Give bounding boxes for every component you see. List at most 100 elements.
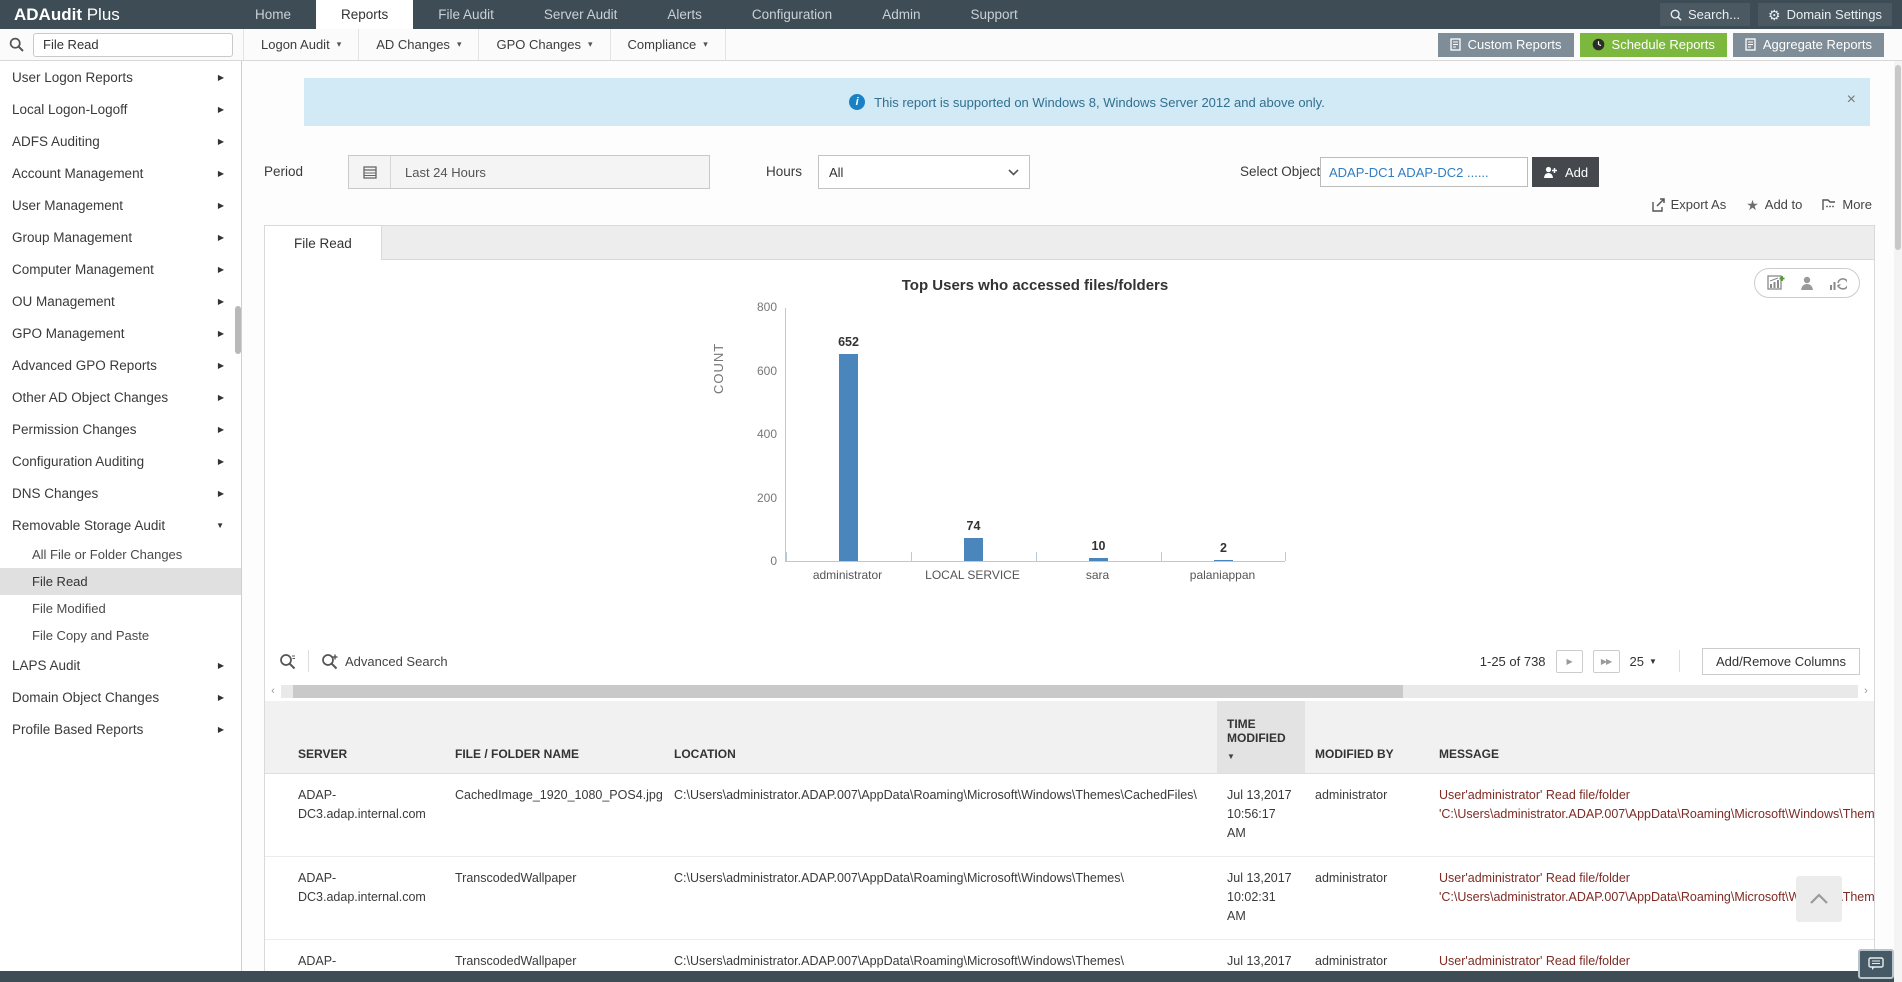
sidebar-item-laps-audit[interactable]: LAPS Audit ▶	[0, 649, 241, 681]
bar-slot-sara: 10	[1036, 308, 1161, 561]
menu-compliance[interactable]: Compliance ▾	[609, 29, 726, 60]
column-header-location[interactable]: LOCATION	[664, 701, 1217, 774]
bar-administrator[interactable]	[839, 354, 858, 561]
nav-item-alerts[interactable]: Alerts	[642, 0, 727, 29]
add-remove-columns-button[interactable]: Add/Remove Columns	[1701, 647, 1860, 675]
more-button[interactable]: More	[1822, 197, 1872, 212]
vertical-scrollbar-thumb[interactable]	[1895, 65, 1901, 250]
nav-item-server-audit[interactable]: Server Audit	[519, 0, 643, 29]
scroll-to-top-button[interactable]	[1796, 876, 1842, 922]
next-page-button[interactable]: ▶	[1555, 649, 1583, 673]
custom-reports-button[interactable]: Custom Reports	[1437, 32, 1574, 57]
sidebar-item-gpo-management[interactable]: GPO Management ▶	[0, 317, 241, 349]
sidebar-item-adfs-auditing[interactable]: ADFS Auditing ▶	[0, 125, 241, 157]
advanced-search-icon[interactable]	[321, 653, 338, 670]
sidebar-item-advanced-gpo-reports[interactable]: Advanced GPO Reports ▶	[0, 349, 241, 381]
chevron-down-icon: ▼	[216, 520, 224, 530]
last-page-button[interactable]: ▶▶	[1592, 649, 1620, 673]
chart-tools	[1754, 268, 1860, 298]
sidebar-subitem-file-modified[interactable]: File Modified	[0, 595, 241, 622]
nav-item-home[interactable]: Home	[230, 0, 316, 29]
info-banner-text: This report is supported on Windows 8, W…	[874, 94, 1325, 110]
scrollbar-thumb[interactable]	[293, 685, 1403, 698]
chevron-right-icon: ▶	[217, 328, 224, 338]
user-chart-icon[interactable]	[1799, 275, 1815, 291]
bar-value-label: 652	[838, 335, 859, 349]
top-navigation-bar: ADAudit Plus Home Reports File Audit Server…	[0, 0, 1902, 29]
scroll-left-arrow[interactable]: ‹	[265, 684, 281, 699]
sidebar-item-configuration-auditing[interactable]: Configuration Auditing ▶	[0, 445, 241, 477]
sidebar-item-ou-management[interactable]: OU Management ▶	[0, 285, 241, 317]
sort-desc-icon[interactable]: ▼	[1227, 752, 1295, 761]
sidebar-item-user-logon-reports[interactable]: User Logon Reports ▶	[0, 61, 241, 93]
nav-item-support[interactable]: Support	[945, 0, 1042, 29]
sidebar-item-profile-based-reports[interactable]: Profile Based Reports ▶	[0, 713, 241, 745]
menu-gpo-changes[interactable]: GPO Changes ▾	[478, 29, 609, 60]
chevron-right-icon: ▶	[217, 200, 224, 210]
domain-settings-button[interactable]: ⚙ Domain Settings	[1758, 3, 1892, 26]
sidebar-item-permission-changes[interactable]: Permission Changes ▶	[0, 413, 241, 445]
period-picker[interactable]: Last 24 Hours	[348, 155, 710, 189]
sidebar-item-other-ad-object-changes[interactable]: Other AD Object Changes ▶	[0, 381, 241, 413]
sidebar-item-local-logon-logoff[interactable]: Local Logon-Logoff ▶	[0, 93, 241, 125]
column-header-file-folder-name[interactable]: FILE / FOLDER NAME	[445, 701, 664, 774]
sidebar-item-label: Computer Management	[12, 261, 154, 277]
sidebar-scrollbar-thumb[interactable]	[235, 306, 241, 354]
schedule-reports-button[interactable]: Schedule Reports	[1579, 32, 1727, 57]
global-search-label: Search...	[1688, 7, 1741, 22]
sidebar-subitem-file-copy-and-paste[interactable]: File Copy and Paste	[0, 622, 241, 649]
page-size-select[interactable]: 25 ▼	[1630, 654, 1657, 669]
report-table: SERVER FILE / FOLDER NAME LOCATION TIME MOD…	[265, 701, 1874, 982]
refresh-chart-icon[interactable]	[1829, 275, 1847, 291]
sidebar-subitem-file-read[interactable]: File Read	[0, 568, 241, 595]
chevron-right-icon: ▶	[217, 72, 224, 82]
sidebar-item-group-management[interactable]: Group Management ▶	[0, 221, 241, 253]
table-body: ADAP-DC3.adap.internal.com CachedImage_19…	[265, 773, 1874, 982]
table-row[interactable]: ADAP-DC3.adap.internal.comTranscodedWall…	[265, 856, 1874, 940]
feedback-chat-button[interactable]	[1858, 949, 1894, 979]
menu-ad-changes[interactable]: AD Changes ▾	[358, 29, 478, 60]
add-to-button[interactable]: ★ Add to	[1746, 197, 1802, 212]
select-objects-input[interactable]	[1320, 157, 1528, 187]
nav-item-reports[interactable]: Reports	[316, 0, 414, 29]
column-header-time-modified[interactable]: TIME MODIFIED ▼	[1217, 701, 1305, 774]
bar-local-service[interactable]	[964, 538, 983, 561]
global-search-button[interactable]: Search...	[1660, 3, 1751, 26]
column-header-server[interactable]: SERVER	[265, 701, 445, 774]
table-row[interactable]: ADAP-DC3.adap.internal.com CachedImage_19…	[265, 773, 1874, 857]
sidebar-item-dns-changes[interactable]: DNS Changes ▶	[0, 477, 241, 509]
scrollbar-track[interactable]	[281, 685, 1858, 698]
gear-icon: ⚙	[1768, 6, 1781, 23]
nav-item-admin[interactable]: Admin	[857, 0, 945, 29]
tab-file-read[interactable]: File Read	[265, 226, 382, 260]
sidebar-item-domain-object-changes[interactable]: Domain Object Changes ▶	[0, 681, 241, 713]
report-search-icon[interactable]	[9, 37, 24, 52]
sidebar-item-removable-storage-audit[interactable]: Removable Storage Audit ▼	[0, 509, 241, 541]
bar-palaniappan[interactable]	[1214, 560, 1233, 561]
sidebar-item-account-management[interactable]: Account Management ▶	[0, 157, 241, 189]
sidebar-item-label: Configuration Auditing	[12, 453, 145, 469]
add-chart-icon[interactable]	[1767, 275, 1785, 291]
aggregate-reports-button[interactable]: Aggregate Reports	[1732, 32, 1884, 57]
hours-select[interactable]: All	[818, 155, 1030, 189]
export-as-button[interactable]: Export As	[1651, 197, 1726, 212]
column-header-modified-by[interactable]: MODIFIED BY	[1305, 701, 1429, 774]
add-objects-button[interactable]: Add	[1532, 157, 1600, 187]
nav-item-file-audit[interactable]: File Audit	[413, 0, 519, 29]
column-header-message[interactable]: MESSAGE	[1429, 701, 1874, 774]
axis-tick	[911, 552, 912, 561]
sidebar-item-computer-management[interactable]: Computer Management ▶	[0, 253, 241, 285]
advanced-search-label[interactable]: Advanced Search	[345, 654, 448, 669]
nav-item-configuration[interactable]: Configuration	[727, 0, 857, 29]
sidebar-item-user-management[interactable]: User Management ▶	[0, 189, 241, 221]
column-search-icon[interactable]	[279, 653, 296, 670]
axis-tick	[1161, 552, 1162, 561]
scroll-right-arrow[interactable]: ›	[1858, 684, 1874, 699]
banner-close-icon[interactable]: ×	[1847, 92, 1856, 108]
bar-sara[interactable]	[1089, 558, 1108, 561]
sidebar-subitem-all-file-or-folder-changes[interactable]: All File or Folder Changes	[0, 541, 241, 568]
menu-logon-audit[interactable]: Logon Audit ▾	[243, 29, 358, 60]
report-search-input[interactable]	[33, 32, 233, 57]
info-icon: i	[849, 94, 866, 110]
page-vertical-scrollbar[interactable]	[1894, 61, 1902, 982]
